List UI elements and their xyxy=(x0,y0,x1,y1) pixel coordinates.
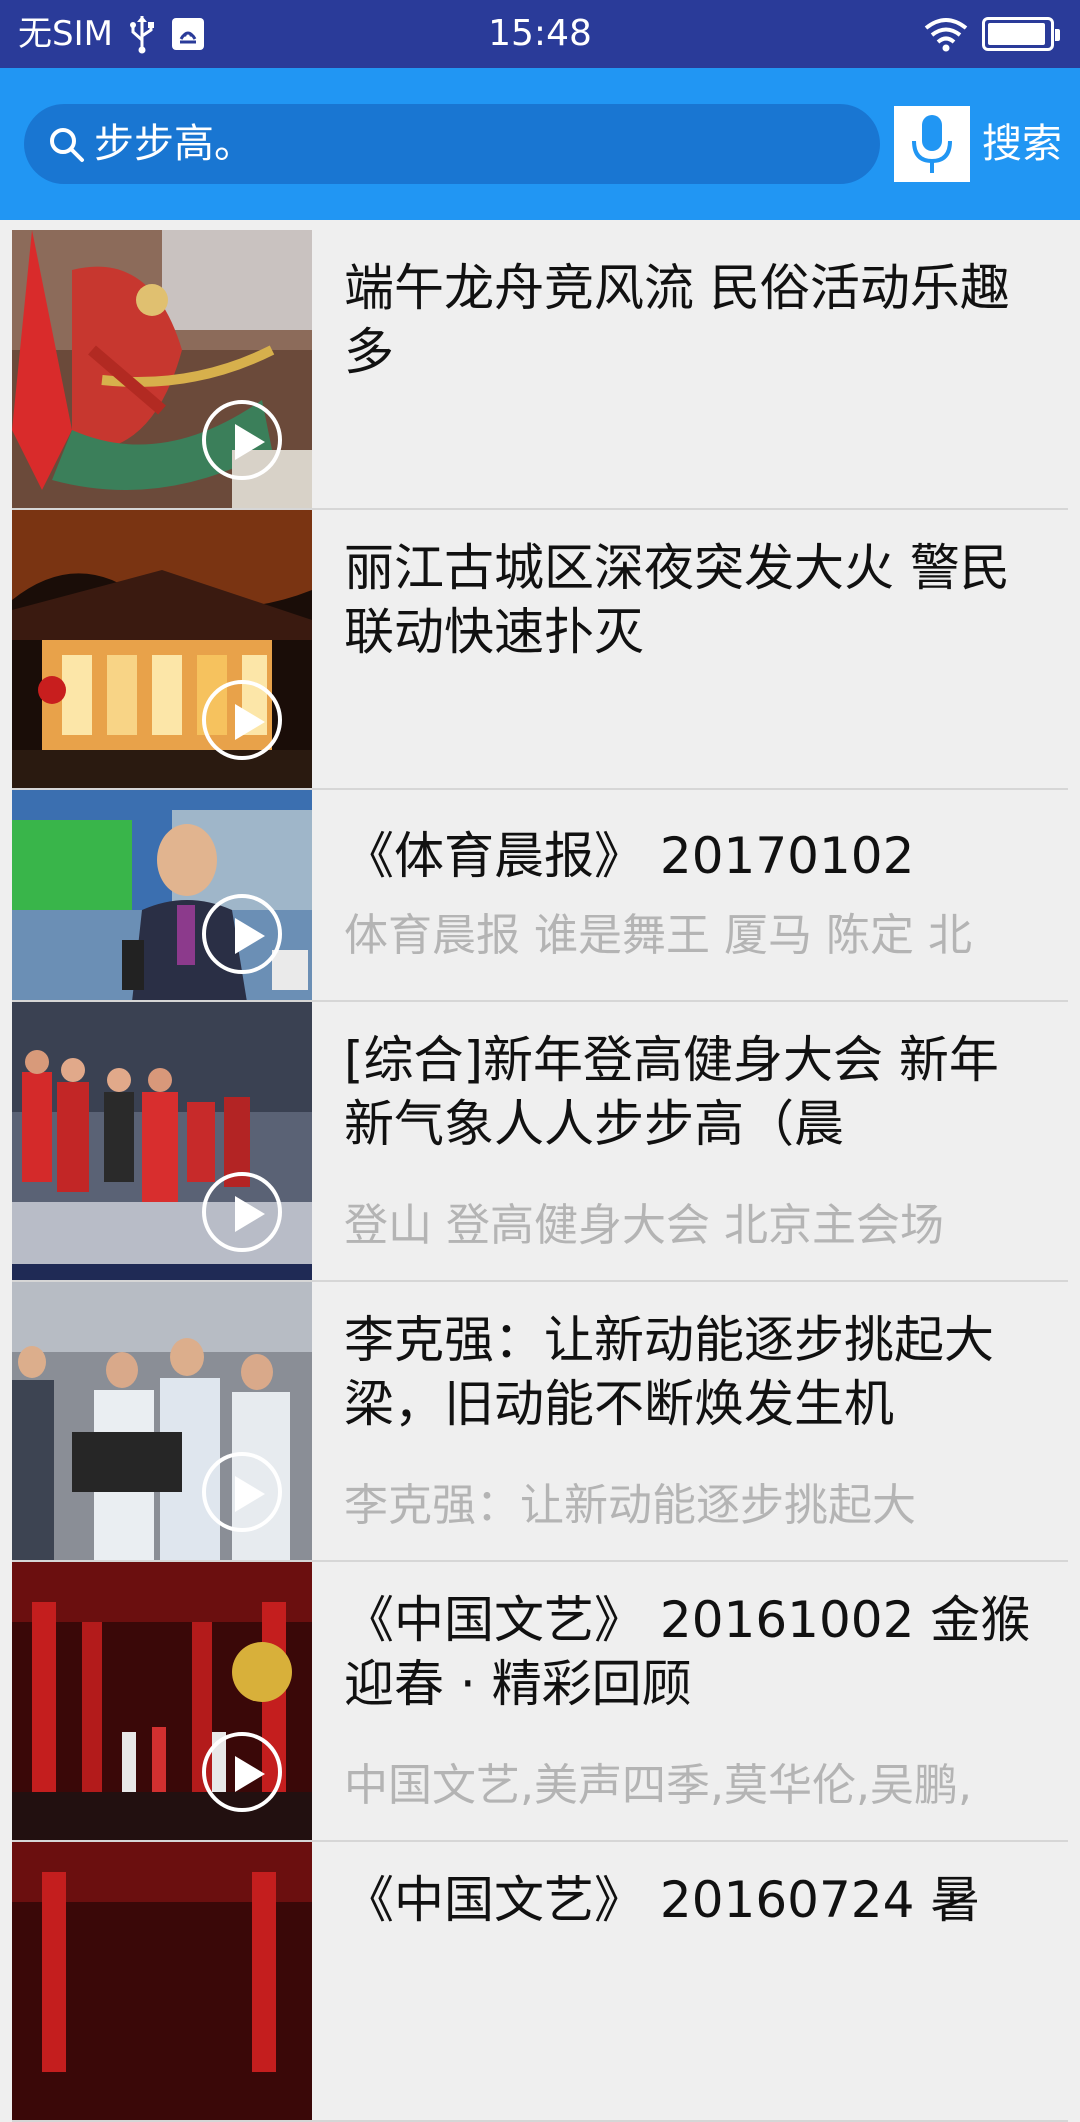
list-item[interactable]: [综合]新年登高健身大会 新年新气象人人步步高（晨 登山 登高健身大会 北京主会… xyxy=(12,1002,1068,1282)
video-title: 《体育晨报》 20170102 xyxy=(344,827,915,885)
video-description: 登山 登高健身大会 北京主会场 xyxy=(344,1200,944,1251)
video-description: 中国文艺,美声四季,莫华伦,吴鹏, xyxy=(344,1760,972,1811)
list-item[interactable]: 《体育晨报》 20170102 体育晨报 谁是舞王 厦马 陈定 北 xyxy=(12,790,1068,1002)
battery-icon xyxy=(982,17,1060,51)
list-item[interactable]: 李克强：让新动能逐步挑起大梁，旧动能不断焕发生机 李克强：让新动能逐步挑起大 xyxy=(12,1282,1068,1562)
battery-level xyxy=(988,23,1045,45)
video-title: 端午龙舟竞风流 民俗活动乐趣多 xyxy=(344,259,1010,381)
list-item[interactable]: 《中国文艺》 20161002 金猴迎春 · 精彩回顾 中国文艺,美声四季,莫华… xyxy=(12,1562,1068,1842)
stage-show-image xyxy=(12,1842,312,2120)
video-thumbnail xyxy=(12,230,312,508)
search-bar: 搜索 xyxy=(0,68,1080,220)
video-description: 体育晨报 谁是舞王 厦马 陈定 北 xyxy=(344,910,972,961)
search-button[interactable]: 搜索 xyxy=(982,106,1078,182)
clock: 15:48 xyxy=(488,13,592,54)
video-thumbnail xyxy=(12,1002,312,1280)
video-description: 李克强：让新动能逐步挑起大 xyxy=(344,1480,916,1531)
video-thumbnail xyxy=(12,1562,312,1840)
list-item[interactable]: 丽江古城区深夜突发大火 警民联动快速扑灭 xyxy=(12,510,1068,790)
microphone-icon xyxy=(912,115,952,173)
play-icon xyxy=(202,680,282,760)
play-icon xyxy=(202,1732,282,1812)
play-icon xyxy=(202,1452,282,1532)
list-item[interactable]: 端午龙舟竞风流 民俗活动乐趣多 xyxy=(12,230,1068,510)
play-icon xyxy=(202,894,282,974)
search-box[interactable] xyxy=(24,104,880,184)
sports-news-image xyxy=(12,790,312,1000)
wifi-icon xyxy=(924,18,968,52)
video-thumbnail xyxy=(12,1282,312,1560)
video-title: 《中国文艺》 20160724 暑 xyxy=(344,1871,981,1929)
video-list: 端午龙舟竞风流 民俗活动乐趣多 丽江古城区深夜突发大火 警民联动快速扑灭 《体育… xyxy=(0,230,1080,2122)
status-right xyxy=(924,14,1060,54)
video-title: 李克强：让新动能逐步挑起大梁，旧动能不断焕发生机 xyxy=(344,1311,994,1433)
voice-search-button[interactable] xyxy=(894,106,970,182)
video-title: 《中国文艺》 20161002 金猴迎春 · 精彩回顾 xyxy=(344,1591,1031,1713)
play-icon xyxy=(202,1172,282,1252)
video-title: [综合]新年登高健身大会 新年新气象人人步步高（晨 xyxy=(344,1031,999,1153)
search-input[interactable] xyxy=(94,104,854,184)
list-item[interactable]: 《中国文艺》 20160724 暑 xyxy=(12,1842,1068,2122)
search-icon xyxy=(50,128,84,162)
play-icon xyxy=(202,400,282,480)
video-title: 丽江古城区深夜突发大火 警民联动快速扑灭 xyxy=(344,539,1010,661)
video-thumbnail xyxy=(12,1842,312,2120)
video-thumbnail xyxy=(12,510,312,788)
video-thumbnail xyxy=(12,790,312,1000)
status-bar: 无SIM 15:48 xyxy=(0,0,1080,68)
